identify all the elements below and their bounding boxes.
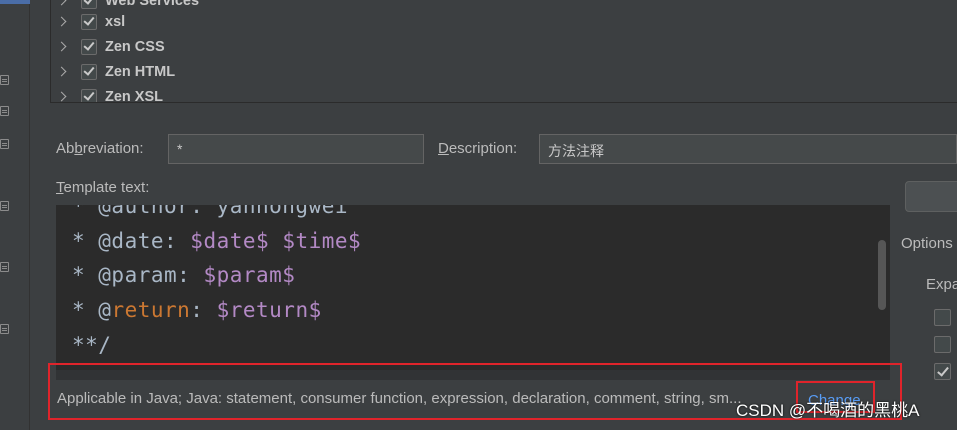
chevron-right-icon[interactable] (51, 9, 75, 34)
checkbox-checked[interactable] (81, 13, 97, 30)
tree-row-zen-html[interactable]: Zen HTML (51, 59, 175, 84)
tree-item-label: Zen HTML (105, 63, 176, 80)
option-checkbox-checked[interactable] (934, 363, 951, 380)
tree-item-label: Zen CSS (105, 38, 165, 55)
tree-row-zen-css[interactable]: Zen CSS (51, 34, 165, 59)
vertical-scrollbar[interactable] (878, 240, 886, 310)
file-icon[interactable] (0, 106, 9, 116)
code-line: * @return: $return$ (72, 298, 322, 322)
file-icon[interactable] (0, 262, 9, 272)
chevron-right-icon[interactable] (51, 59, 75, 84)
expand-with-label: Expa (926, 276, 957, 293)
chevron-right-icon[interactable] (51, 34, 75, 59)
file-icon[interactable] (0, 324, 9, 334)
template-groups-tree: Web Services xsl Zen CSS Zen HTML Zen XS… (50, 0, 957, 103)
description-input[interactable]: 方法注释 (539, 134, 957, 164)
checkbox-checked[interactable] (81, 0, 97, 9)
description-label: Description: (438, 140, 518, 157)
template-text-editor[interactable]: * @author: yanhongwei * @date: $date$ $t… (56, 205, 890, 380)
tree-row-xsl[interactable]: xsl (51, 9, 125, 34)
code-line: * @param: $param$ (72, 263, 296, 287)
chevron-right-icon[interactable] (51, 84, 75, 102)
file-icon[interactable] (0, 139, 9, 149)
tree-row-zen-xsl[interactable]: Zen XSL (51, 84, 164, 103)
left-tool-gutter (0, 0, 30, 430)
template-text-label: Template text: (56, 179, 150, 196)
tree-item-label: xsl (105, 13, 126, 30)
tree-item-label: Web Services (105, 0, 200, 9)
code-line: * @author: yanhongwei (72, 205, 349, 218)
checkbox-checked[interactable] (81, 63, 97, 80)
option-checkbox[interactable] (934, 336, 951, 353)
abbreviation-label: Abbreviation: (56, 140, 144, 157)
gutter-accent (0, 0, 30, 4)
watermark: CSDN @不喝酒的黑桃A (736, 401, 920, 420)
checkbox-checked[interactable] (81, 38, 97, 55)
tree-item-label: Zen XSL (105, 88, 164, 103)
edit-variables-button[interactable] (905, 181, 957, 212)
file-icon[interactable] (0, 75, 9, 85)
code-line: * @date: $date$ $time$ (72, 229, 362, 253)
file-icon[interactable] (0, 201, 9, 211)
checkbox-checked[interactable] (81, 88, 97, 102)
options-label: Options (901, 235, 953, 252)
code-line: **/ (72, 333, 112, 357)
option-checkbox[interactable] (934, 309, 951, 326)
abbreviation-input[interactable]: * (168, 134, 424, 164)
